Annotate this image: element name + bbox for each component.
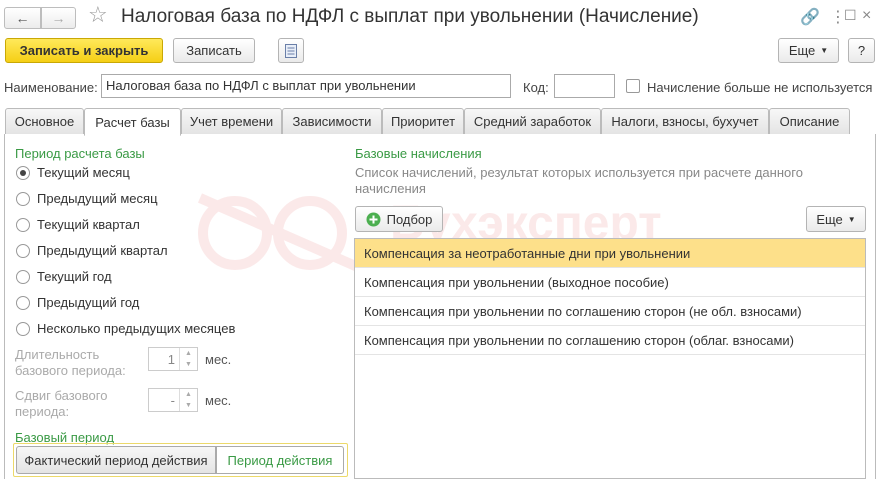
name-field[interactable]: Налоговая база по НДФЛ с выплат при увол… <box>101 74 511 98</box>
save-and-close-label: Записать и закрыть <box>19 43 149 58</box>
tab-main[interactable]: Основное <box>5 108 84 135</box>
shift-stepper[interactable]: - ▲ ▼ <box>148 388 198 412</box>
link-icon[interactable]: 🔗 <box>800 7 820 27</box>
radio-label: Предыдущий квартал <box>37 243 168 258</box>
save-label: Записать <box>186 43 242 58</box>
shift-label-line2: периода: <box>15 404 70 419</box>
tab-label: Описание <box>779 114 840 129</box>
help-button[interactable]: ? <box>848 38 875 63</box>
tab-label: Средний заработок <box>473 114 592 129</box>
tab-label: Расчет базы <box>95 114 170 130</box>
report-button[interactable] <box>278 38 304 63</box>
duration-label: Длительность <box>15 347 100 362</box>
close-icon[interactable]: × <box>862 7 871 25</box>
maximize-icon[interactable]: ☐ <box>844 7 857 24</box>
name-label: Наименование: <box>4 80 98 95</box>
list-more-button[interactable]: Еще ▼ <box>806 206 866 232</box>
radio-previous-year[interactable] <box>16 296 30 310</box>
unused-label: Начисление больше не используется <box>647 80 873 95</box>
window-title: Налоговая база по НДФЛ с выплат при увол… <box>121 6 699 27</box>
pick-button[interactable]: Подбор <box>355 206 443 232</box>
more-button[interactable]: Еще ▼ <box>778 38 839 63</box>
arrow-right-icon: → <box>51 10 66 26</box>
save-and-close-button[interactable]: Записать и закрыть <box>5 38 163 63</box>
radio-several-months[interactable] <box>16 322 30 336</box>
arrow-left-icon: ← <box>15 10 30 26</box>
radio-previous-quarter[interactable] <box>16 244 30 258</box>
radio-current-month[interactable] <box>16 166 30 180</box>
list-item[interactable]: Компенсация при увольнении по соглашению… <box>355 297 865 326</box>
tab-dependencies[interactable]: Зависимости <box>282 108 382 135</box>
radio-label: Несколько предыдущих месяцев <box>37 321 236 336</box>
radio-previous-month[interactable] <box>16 192 30 206</box>
unused-checkbox[interactable] <box>626 79 640 93</box>
star-icon[interactable]: ☆ <box>88 4 108 26</box>
radio-current-quarter[interactable] <box>16 218 30 232</box>
more-label: Еще <box>788 43 816 58</box>
tab-label: Приоритет <box>390 114 456 129</box>
tab-time-accounting[interactable]: Учет времени <box>181 108 282 135</box>
shift-label: Сдвиг базового <box>15 388 108 403</box>
radio-label: Предыдущий месяц <box>37 191 158 206</box>
radio-label: Текущий год <box>37 269 112 284</box>
radio-label: Предыдущий год <box>37 295 140 310</box>
plus-circle-icon <box>366 212 381 226</box>
pick-label: Подбор <box>386 211 433 227</box>
base-period-actual-option[interactable]: Фактический период действия <box>16 446 216 474</box>
tab-base-calculation[interactable]: Расчет базы <box>84 108 181 136</box>
chevron-down-icon: ▼ <box>847 214 856 224</box>
shift-unit: мес. <box>205 393 232 408</box>
list-item[interactable]: Компенсация за неотработанные дни при ув… <box>355 239 865 268</box>
back-button[interactable]: ← <box>4 7 41 29</box>
tab-label: Учет времени <box>189 114 274 129</box>
radio-label: Текущий месяц <box>37 165 130 180</box>
list-item[interactable]: Компенсация при увольнении по соглашению… <box>355 326 865 355</box>
save-button[interactable]: Записать <box>173 38 255 63</box>
base-accruals-list[interactable]: Компенсация за неотработанные дни при ув… <box>354 238 866 479</box>
stepper-arrows-icon[interactable]: ▲ ▼ <box>179 348 197 370</box>
period-group-title: Период расчета базы <box>15 146 145 161</box>
code-label: Код: <box>523 80 549 95</box>
tab-label: Налоги, взносы, бухучет <box>611 114 759 129</box>
duration-unit: мес. <box>205 352 232 367</box>
duration-label-line2: базового периода: <box>15 363 126 378</box>
base-accruals-title: Базовые начисления <box>355 146 482 161</box>
tab-description[interactable]: Описание <box>769 108 850 135</box>
list-item[interactable]: Компенсация при увольнении (выходное пос… <box>355 268 865 297</box>
shift-value: - <box>170 393 175 408</box>
radio-label: Текущий квартал <box>37 217 140 232</box>
tab-priority[interactable]: Приоритет <box>382 108 464 135</box>
document-list-icon <box>285 43 297 58</box>
duration-value: 1 <box>167 352 175 367</box>
tab-label: Зависимости <box>292 114 372 129</box>
radio-current-year[interactable] <box>16 270 30 284</box>
tab-label: Основное <box>14 114 75 129</box>
forward-button[interactable]: → <box>41 7 76 29</box>
base-accruals-description: Список начислений, результат которых исп… <box>355 165 803 196</box>
base-period-period-option[interactable]: Период действия <box>216 446 344 474</box>
code-field[interactable] <box>554 74 615 98</box>
tab-taxes[interactable]: Налоги, взносы, бухучет <box>601 108 769 135</box>
chevron-down-icon: ▼ <box>820 46 829 55</box>
help-label: ? <box>857 43 866 58</box>
stepper-arrows-icon[interactable]: ▲ ▼ <box>179 389 197 411</box>
list-more-label: Еще <box>816 211 843 227</box>
duration-stepper[interactable]: 1 ▲ ▼ <box>148 347 198 371</box>
tab-average-earnings[interactable]: Средний заработок <box>464 108 601 135</box>
